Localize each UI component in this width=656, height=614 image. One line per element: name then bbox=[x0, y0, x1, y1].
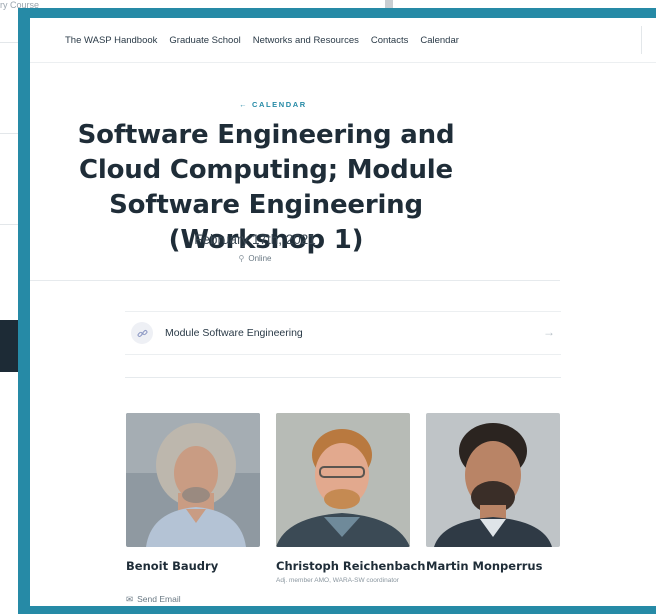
arrow-right-icon: → bbox=[543, 325, 555, 339]
background-scrollbar[interactable] bbox=[385, 0, 393, 8]
envelope-icon: ✉ bbox=[126, 594, 134, 604]
background-dark-block bbox=[0, 320, 20, 372]
section-divider bbox=[125, 377, 561, 378]
person-photo bbox=[426, 413, 560, 547]
module-link-label: Module Software Engineering bbox=[165, 327, 303, 339]
event-location: ⚲ Online bbox=[30, 254, 480, 263]
nav-item-contacts[interactable]: Contacts bbox=[371, 35, 409, 46]
person-card[interactable]: Martin Monperrus bbox=[426, 413, 560, 573]
event-location-text: Online bbox=[248, 254, 272, 263]
event-date: February 17th, 2021 bbox=[194, 232, 316, 247]
browser-window-frame: The WASP Handbook Graduate School Networ… bbox=[18, 8, 656, 614]
nav-right-edge bbox=[641, 26, 656, 54]
person-name: Benoit Baudry bbox=[126, 559, 219, 573]
person-card[interactable]: Benoit Baudry ✉ Send Email bbox=[126, 413, 260, 604]
map-pin-icon: ⚲ bbox=[238, 254, 245, 263]
person-photo bbox=[126, 413, 260, 547]
back-to-calendar-link[interactable]: ← CALENDAR bbox=[30, 100, 516, 109]
nav-item-wasp-handbook[interactable]: The WASP Handbook bbox=[65, 35, 157, 46]
background-divider bbox=[0, 42, 20, 43]
module-link-card[interactable]: Module Software Engineering → bbox=[125, 311, 561, 355]
person-name: Christoph Reichenbach bbox=[276, 559, 426, 573]
send-email-link[interactable]: ✉ Send Email bbox=[126, 594, 181, 605]
background-divider bbox=[0, 224, 20, 225]
background-divider bbox=[0, 133, 20, 134]
person-card[interactable]: Christoph Reichenbach Adj. member AMO, W… bbox=[276, 413, 426, 586]
link-icon bbox=[131, 322, 153, 344]
section-divider bbox=[30, 280, 560, 281]
send-email-label: Send Email bbox=[137, 594, 181, 604]
nav-item-calendar[interactable]: Calendar bbox=[420, 35, 459, 46]
nav-item-graduate-school[interactable]: Graduate School bbox=[169, 35, 240, 46]
person-name: Martin Monperrus bbox=[426, 559, 543, 573]
top-navigation: The WASP Handbook Graduate School Networ… bbox=[30, 18, 656, 63]
person-photo bbox=[276, 413, 410, 547]
page-content: The WASP Handbook Graduate School Networ… bbox=[30, 18, 656, 606]
nav-item-networks-and-resources[interactable]: Networks and Resources bbox=[253, 35, 359, 46]
person-role: Adj. member AMO, WARA-SW coordinator bbox=[276, 577, 399, 584]
nav-list: The WASP Handbook Graduate School Networ… bbox=[65, 35, 471, 46]
